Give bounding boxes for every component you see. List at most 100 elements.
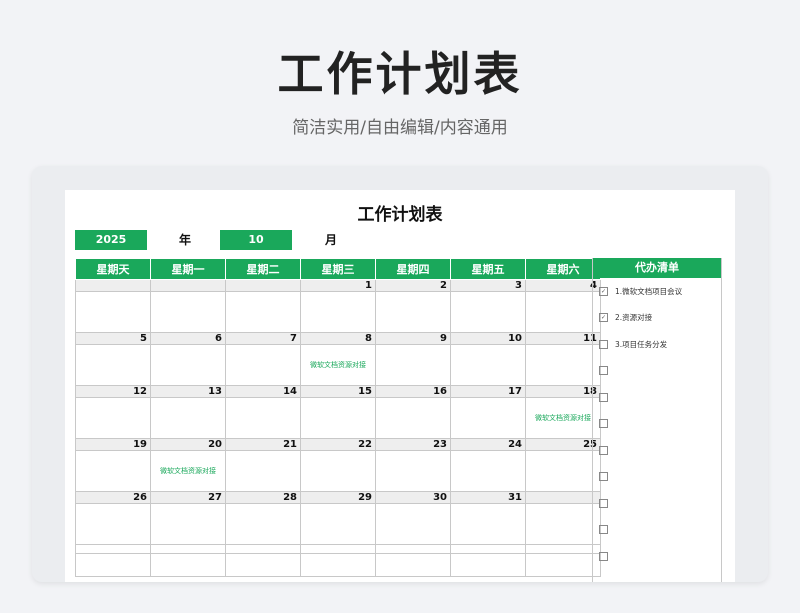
day-cell[interactable] — [225, 450, 301, 492]
todo-item[interactable] — [593, 490, 721, 517]
day-cell[interactable] — [225, 397, 301, 439]
day-cell[interactable] — [450, 291, 526, 333]
day-cell[interactable] — [225, 344, 301, 386]
day-cell[interactable] — [450, 450, 526, 492]
date-number[interactable]: 9 — [375, 332, 451, 345]
date-number[interactable]: 5 — [75, 332, 151, 345]
date-number[interactable] — [225, 279, 301, 292]
date-number[interactable]: 4 — [525, 279, 601, 292]
day-cell[interactable] — [75, 344, 151, 386]
todo-item[interactable] — [593, 517, 721, 544]
date-number[interactable]: 31 — [450, 491, 526, 504]
blank-cell[interactable] — [525, 553, 601, 577]
day-cell[interactable] — [75, 503, 151, 545]
date-number[interactable]: 12 — [75, 385, 151, 398]
date-number[interactable]: 17 — [450, 385, 526, 398]
blank-cell[interactable] — [225, 553, 301, 577]
todo-item[interactable]: 3.项目任务分发 — [593, 331, 721, 358]
day-cell[interactable] — [450, 503, 526, 545]
date-number[interactable]: 7 — [225, 332, 301, 345]
date-number[interactable]: 23 — [375, 438, 451, 451]
date-number[interactable]: 24 — [450, 438, 526, 451]
day-cell[interactable] — [150, 503, 226, 545]
date-number[interactable]: 18 — [525, 385, 601, 398]
date-number[interactable]: 30 — [375, 491, 451, 504]
todo-item[interactable]: ✓ 2.资源对接 — [593, 305, 721, 332]
date-number[interactable]: 26 — [75, 491, 151, 504]
date-number[interactable]: 13 — [150, 385, 226, 398]
date-number[interactable]: 1 — [300, 279, 376, 292]
checkbox-checked-icon[interactable]: ✓ — [599, 286, 608, 296]
date-number[interactable]: 14 — [225, 385, 301, 398]
blank-cell[interactable] — [150, 544, 226, 554]
day-cell[interactable] — [150, 291, 226, 333]
blank-cell[interactable] — [375, 544, 451, 554]
date-number[interactable]: 20 — [150, 438, 226, 451]
blank-cell[interactable] — [450, 544, 526, 554]
blank-cell[interactable] — [300, 544, 376, 554]
date-number[interactable]: 15 — [300, 385, 376, 398]
blank-cell[interactable] — [225, 544, 301, 554]
month-cell[interactable]: 10 — [220, 230, 292, 250]
day-cell[interactable]: 微软文档资源对接 — [150, 450, 226, 492]
checkbox-icon[interactable] — [599, 551, 608, 561]
checkbox-icon[interactable] — [599, 472, 608, 482]
checkbox-icon[interactable] — [599, 392, 608, 402]
date-number[interactable]: 3 — [450, 279, 526, 292]
date-number[interactable]: 10 — [450, 332, 526, 345]
date-number[interactable]: 22 — [300, 438, 376, 451]
day-cell[interactable]: 微软文档资源对接 — [300, 344, 376, 386]
date-number[interactable]: 25 — [525, 438, 601, 451]
blank-cell[interactable] — [75, 553, 151, 577]
day-cell[interactable] — [525, 291, 601, 333]
day-cell[interactable] — [375, 450, 451, 492]
date-number[interactable]: 28 — [225, 491, 301, 504]
todo-item[interactable]: ✓ 1.微软文档项目会议 — [593, 278, 721, 305]
blank-cell[interactable] — [450, 553, 526, 577]
year-cell[interactable]: 2025 — [75, 230, 147, 250]
day-cell[interactable] — [375, 291, 451, 333]
date-number[interactable] — [150, 279, 226, 292]
day-cell[interactable] — [525, 344, 601, 386]
day-cell[interactable] — [525, 503, 601, 545]
day-cell[interactable] — [225, 503, 301, 545]
todo-item[interactable] — [593, 411, 721, 438]
date-number[interactable]: 21 — [225, 438, 301, 451]
date-number[interactable]: 29 — [300, 491, 376, 504]
todo-item[interactable] — [593, 358, 721, 385]
todo-item[interactable] — [593, 543, 721, 570]
day-cell[interactable] — [375, 344, 451, 386]
blank-cell[interactable] — [75, 544, 151, 554]
date-number[interactable] — [525, 491, 601, 504]
todo-item[interactable] — [593, 384, 721, 411]
day-cell[interactable] — [75, 397, 151, 439]
checkbox-icon[interactable] — [599, 366, 608, 376]
day-cell[interactable] — [375, 503, 451, 545]
blank-cell[interactable] — [150, 553, 226, 577]
day-cell[interactable] — [450, 344, 526, 386]
day-cell[interactable] — [150, 344, 226, 386]
date-number[interactable]: 27 — [150, 491, 226, 504]
checkbox-icon[interactable] — [599, 419, 608, 429]
date-number[interactable] — [75, 279, 151, 292]
day-cell[interactable] — [300, 503, 376, 545]
day-cell[interactable] — [375, 397, 451, 439]
day-cell[interactable] — [225, 291, 301, 333]
day-cell[interactable] — [450, 397, 526, 439]
day-cell[interactable] — [525, 450, 601, 492]
checkbox-icon[interactable] — [599, 339, 608, 349]
date-number[interactable]: 16 — [375, 385, 451, 398]
blank-cell[interactable] — [525, 544, 601, 554]
todo-item[interactable] — [593, 464, 721, 491]
checkbox-checked-icon[interactable]: ✓ — [599, 313, 608, 323]
date-number[interactable]: 11 — [525, 332, 601, 345]
blank-cell[interactable] — [375, 553, 451, 577]
blank-cell[interactable] — [300, 553, 376, 577]
date-number[interactable]: 6 — [150, 332, 226, 345]
day-cell[interactable] — [300, 291, 376, 333]
day-cell[interactable]: 微软文档资源对接 — [525, 397, 601, 439]
checkbox-icon[interactable] — [599, 445, 608, 455]
day-cell[interactable] — [300, 450, 376, 492]
checkbox-icon[interactable] — [599, 498, 608, 508]
date-number[interactable]: 8 — [300, 332, 376, 345]
